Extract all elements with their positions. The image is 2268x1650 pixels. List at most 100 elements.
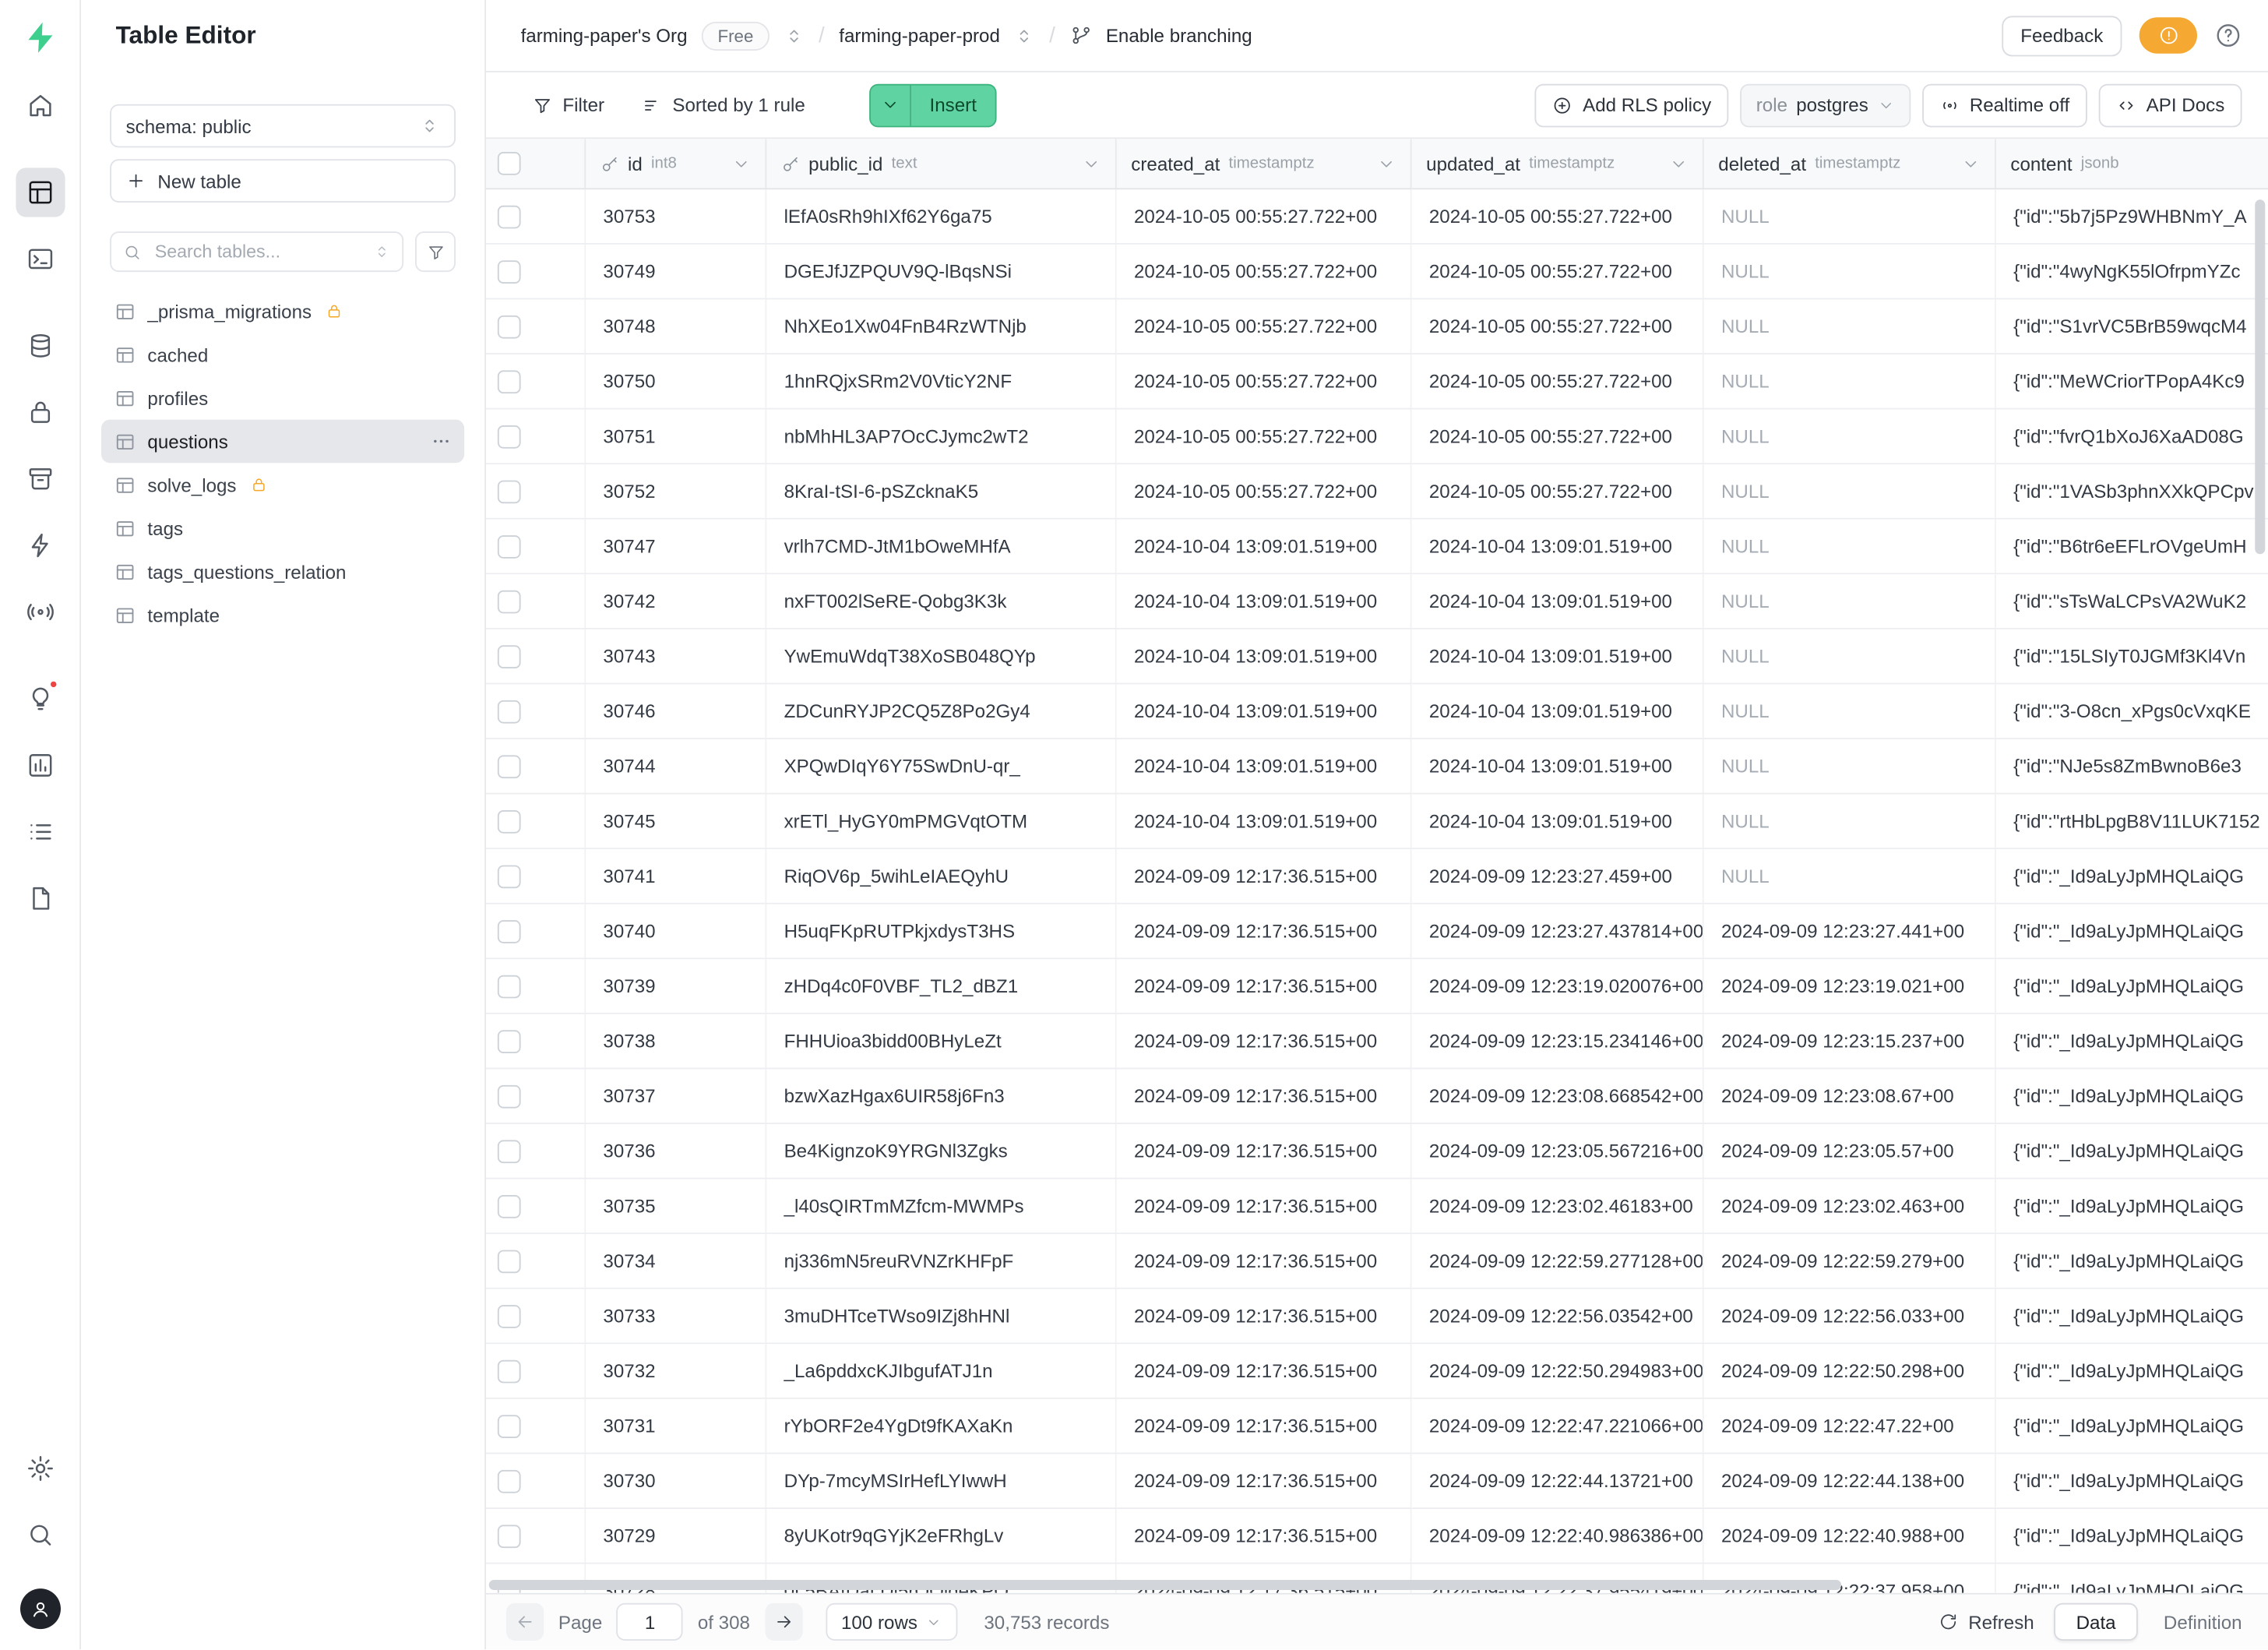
- cell-deleted-at[interactable]: 2024-09-09 12:23:08.67+00: [1704, 1069, 1996, 1123]
- cell-updated-at[interactable]: 2024-09-09 12:23:08.668542+00: [1412, 1069, 1704, 1123]
- role-select[interactable]: role postgres: [1740, 83, 1910, 127]
- cell-created-at[interactable]: 2024-09-09 12:17:36.515+00: [1117, 1399, 1412, 1453]
- cell-created-at[interactable]: 2024-10-04 13:09:01.519+00: [1117, 739, 1412, 793]
- project-breadcrumb[interactable]: farming-paper-prod: [839, 25, 1000, 47]
- cell-id[interactable]: 30746: [586, 684, 766, 738]
- tab-data[interactable]: Data: [2055, 1603, 2138, 1641]
- cell-id[interactable]: 30741: [586, 849, 766, 903]
- filter-button[interactable]: Filter: [521, 83, 616, 127]
- cell-created-at[interactable]: 2024-09-09 12:17:36.515+00: [1117, 959, 1412, 1013]
- column-header-updated-at[interactable]: updated_at timestamptz: [1412, 139, 1704, 188]
- column-header-content[interactable]: content jsonb: [1996, 139, 2268, 188]
- cell-created-at[interactable]: 2024-09-09 12:17:36.515+00: [1117, 849, 1412, 903]
- cell-content[interactable]: {"id":"1VASb3phnXXkQPCpv: [1996, 464, 2268, 518]
- cell-updated-at[interactable]: 2024-09-09 12:22:44.13721+00: [1412, 1454, 1704, 1507]
- row-select-cell[interactable]: [486, 354, 586, 408]
- cell-public-id[interactable]: XPQwDIqY6Y75SwDnU-qr_: [766, 739, 1116, 793]
- sort-button[interactable]: Sorted by 1 rule: [631, 83, 817, 127]
- cell-created-at[interactable]: 2024-10-04 13:09:01.519+00: [1117, 520, 1412, 573]
- cell-content[interactable]: {"id":"_Id9aLyJpMHQLaiQG: [1996, 1509, 2268, 1563]
- vertical-scrollbar[interactable]: [2255, 199, 2265, 554]
- cell-updated-at[interactable]: 2024-09-09 12:23:27.437814+00: [1412, 904, 1704, 958]
- table-list-item[interactable]: profiles: [101, 376, 464, 420]
- row-checkbox[interactable]: [498, 1084, 521, 1108]
- column-menu-icon[interactable]: [1377, 154, 1396, 173]
- table-list-item[interactable]: cached: [101, 333, 464, 376]
- cell-id[interactable]: 30732: [586, 1344, 766, 1398]
- cell-content[interactable]: {"id":"_Id9aLyJpMHQLaiQG: [1996, 1289, 2268, 1343]
- row-select-cell[interactable]: [486, 1344, 586, 1398]
- cell-public-id[interactable]: nxFT002lSeRE-Qobg3K3k: [766, 574, 1116, 628]
- cell-content[interactable]: {"id":"sTsWaLCPsVA2WuK2: [1996, 574, 2268, 628]
- cell-updated-at[interactable]: 2024-10-05 00:55:27.722+00: [1412, 410, 1704, 464]
- cell-deleted-at[interactable]: NULL: [1704, 574, 1996, 628]
- row-select-cell[interactable]: [486, 795, 586, 848]
- row-select-cell[interactable]: [486, 629, 586, 683]
- org-breadcrumb[interactable]: farming-paper's Org: [521, 25, 688, 47]
- cell-created-at[interactable]: 2024-10-05 00:55:27.722+00: [1117, 189, 1412, 243]
- row-checkbox[interactable]: [498, 700, 521, 723]
- cell-public-id[interactable]: 8KraI-tSI-6-pSZcknaK5: [766, 464, 1116, 518]
- cell-id[interactable]: 30734: [586, 1234, 766, 1288]
- cell-updated-at[interactable]: 2024-10-04 13:09:01.519+00: [1412, 684, 1704, 738]
- cell-content[interactable]: {"id":"_Id9aLyJpMHQLaiQG: [1996, 1179, 2268, 1233]
- row-select-cell[interactable]: [486, 1289, 586, 1343]
- cell-public-id[interactable]: 1hnRQjxSRm2V0VticY2NF: [766, 354, 1116, 408]
- storage-icon[interactable]: [15, 454, 64, 503]
- cell-updated-at[interactable]: 2024-10-04 13:09:01.519+00: [1412, 520, 1704, 573]
- row-checkbox[interactable]: [498, 975, 521, 998]
- row-checkbox[interactable]: [498, 425, 521, 448]
- search-tables-input[interactable]: [152, 240, 363, 263]
- row-checkbox[interactable]: [498, 919, 521, 943]
- project-selector-icon[interactable]: [1014, 25, 1034, 45]
- org-selector-icon[interactable]: [784, 25, 804, 45]
- row-checkbox[interactable]: [498, 1524, 521, 1547]
- feedback-button[interactable]: Feedback: [2002, 15, 2122, 55]
- cell-content[interactable]: {"id":"3-O8cn_xPgs0cVxqKE: [1996, 684, 2268, 738]
- cell-content[interactable]: {"id":"_Id9aLyJpMHQLaiQG: [1996, 959, 2268, 1013]
- row-select-cell[interactable]: [486, 1399, 586, 1453]
- add-rls-policy-button[interactable]: Add RLS policy: [1535, 83, 1729, 127]
- schema-select[interactable]: schema: public: [110, 104, 456, 148]
- cell-public-id[interactable]: Be4KignzoK9YRGNl3Zgks: [766, 1124, 1116, 1178]
- cell-content[interactable]: {"id":"15LSIyT0JGMf3Kl4Vn: [1996, 629, 2268, 683]
- cell-public-id[interactable]: bzwXazHgax6UIR58j6Fn3: [766, 1069, 1116, 1123]
- advisors-icon[interactable]: [15, 674, 64, 723]
- cell-deleted-at[interactable]: 2024-09-09 12:22:56.033+00: [1704, 1289, 1996, 1343]
- cell-public-id[interactable]: H5uqFKpRUTPkjxdysT3HS: [766, 904, 1116, 958]
- row-checkbox[interactable]: [498, 644, 521, 668]
- api-docs-button[interactable]: API Docs: [2098, 83, 2242, 127]
- refresh-button[interactable]: Refresh: [1938, 1611, 2034, 1633]
- cell-content[interactable]: {"id":"4wyNgK55lOfrpmYZc: [1996, 245, 2268, 298]
- row-select-cell[interactable]: [486, 574, 586, 628]
- cell-updated-at[interactable]: 2024-09-09 12:22:47.221066+00: [1412, 1399, 1704, 1453]
- row-select-cell[interactable]: [486, 1509, 586, 1563]
- account-avatar[interactable]: [19, 1588, 60, 1629]
- cell-updated-at[interactable]: 2024-09-09 12:22:40.986386+00: [1412, 1509, 1704, 1563]
- cell-created-at[interactable]: 2024-10-05 00:55:27.722+00: [1117, 245, 1412, 298]
- cell-content[interactable]: {"id":"_Id9aLyJpMHQLaiQG: [1996, 1069, 2268, 1123]
- cell-created-at[interactable]: 2024-10-04 13:09:01.519+00: [1117, 574, 1412, 628]
- cell-content[interactable]: {"id":"S1vrVC5BrB59wqcM4: [1996, 299, 2268, 353]
- row-select-cell[interactable]: [486, 410, 586, 464]
- cell-public-id[interactable]: NhXEo1Xw04FnB4RzWTNjb: [766, 299, 1116, 353]
- cell-deleted-at[interactable]: 2024-09-09 12:22:44.138+00: [1704, 1454, 1996, 1507]
- cell-updated-at[interactable]: 2024-10-04 13:09:01.519+00: [1412, 574, 1704, 628]
- cell-deleted-at[interactable]: NULL: [1704, 354, 1996, 408]
- cell-deleted-at[interactable]: 2024-09-09 12:22:59.279+00: [1704, 1234, 1996, 1288]
- cell-id[interactable]: 30747: [586, 520, 766, 573]
- cell-content[interactable]: {"id":"_Id9aLyJpMHQLaiQG: [1996, 1399, 2268, 1453]
- cell-deleted-at[interactable]: NULL: [1704, 795, 1996, 848]
- table-list-item[interactable]: _prisma_migrations: [101, 289, 464, 333]
- row-checkbox[interactable]: [498, 205, 521, 228]
- column-menu-icon[interactable]: [1961, 154, 1980, 173]
- next-page-button[interactable]: [765, 1603, 802, 1641]
- cell-created-at[interactable]: 2024-10-05 00:55:27.722+00: [1117, 299, 1412, 353]
- home-icon[interactable]: [15, 81, 64, 130]
- cell-created-at[interactable]: 2024-09-09 12:17:36.515+00: [1117, 1234, 1412, 1288]
- prev-page-button[interactable]: [506, 1603, 544, 1641]
- cell-deleted-at[interactable]: 2024-09-09 12:23:15.237+00: [1704, 1014, 1996, 1068]
- cell-created-at[interactable]: 2024-09-09 12:17:36.515+00: [1117, 1069, 1412, 1123]
- column-header-created-at[interactable]: created_at timestamptz: [1117, 139, 1412, 188]
- cell-deleted-at[interactable]: 2024-09-09 12:23:05.57+00: [1704, 1124, 1996, 1178]
